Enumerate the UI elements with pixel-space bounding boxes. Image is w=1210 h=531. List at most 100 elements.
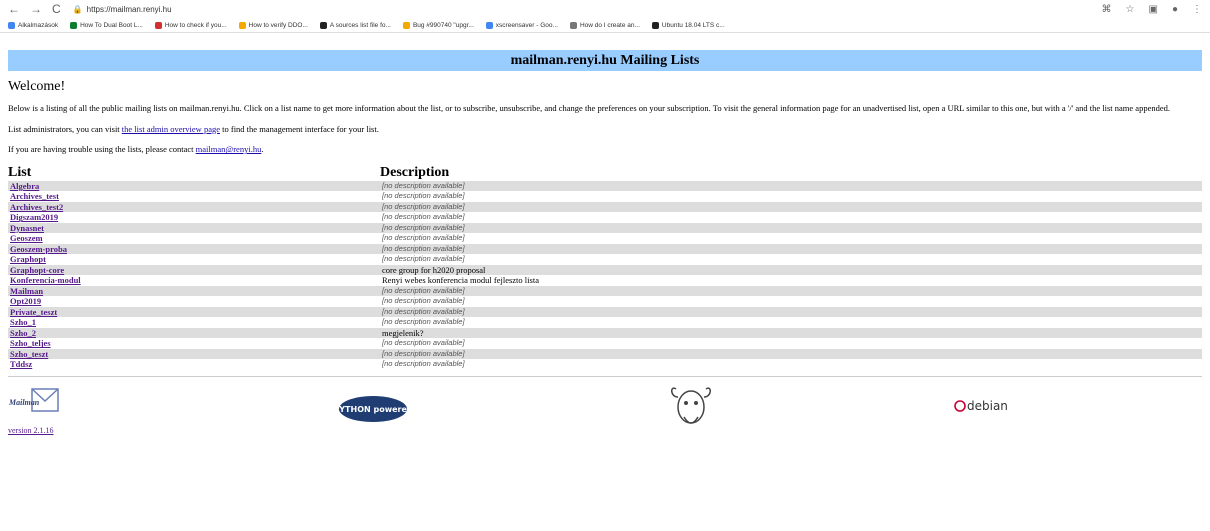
admin-suffix: to find the management interface for you… — [220, 123, 379, 134]
footer: Mailman version 2.1.16 PYTHON powered de… — [8, 375, 1202, 447]
bookmark-item[interactable]: A sources list file fo... — [319, 21, 391, 29]
list-name-link[interactable]: Geoszem-proba — [10, 244, 67, 254]
list-row: Graphopt [no description available] — [8, 254, 1202, 265]
bookmark-favicon-icon — [569, 21, 577, 29]
list-description-cell: megjelenik? — [380, 327, 1202, 339]
list-name-link[interactable]: Graphopt — [10, 254, 46, 264]
bookmark-favicon-icon — [402, 21, 410, 29]
menu-icon[interactable]: ⋮ — [1192, 4, 1202, 15]
account-icon[interactable]: ● — [1172, 4, 1178, 15]
address-bar[interactable]: 🔒 https://mailman.renyi.hu — [73, 5, 172, 14]
list-name-cell: Opt2019 — [8, 296, 380, 307]
bookmark-item[interactable]: How do I create an... — [569, 21, 640, 29]
debian-logo[interactable]: debian — [952, 395, 1012, 422]
bookmark-label: How do I create an... — [579, 21, 640, 29]
list-description-cell: Renyi webes konferencia modul fejleszto … — [382, 275, 539, 286]
list-name-link[interactable]: Opt2019 — [10, 296, 41, 306]
bookmark-favicon-icon — [651, 21, 659, 29]
list-description-cell: [no description available] — [382, 233, 465, 243]
nav-buttons: ← → C — [8, 2, 61, 16]
bookmark-item[interactable]: Alkalmazások — [8, 21, 58, 29]
version-link[interactable]: version 2.1.16 — [8, 426, 54, 435]
mailman-envelope-icon: Mailman — [8, 388, 59, 412]
list-description-cell: [no description available] — [382, 296, 465, 306]
list-name-cell: Geoszem — [8, 233, 380, 244]
list-name-cell: Geoszem-proba — [8, 243, 380, 255]
list-name-link[interactable]: Archives_test2 — [10, 202, 63, 212]
list-name-link[interactable]: Szho_2 — [10, 328, 36, 338]
admin-prefix: List administrators, you can visit — [8, 123, 122, 134]
list-name-link[interactable]: Algebra — [10, 181, 39, 191]
list-name-link[interactable]: Graphopt-core — [10, 265, 64, 275]
bookmark-label: How to verify DDO... — [248, 21, 308, 29]
bookmark-item[interactable]: How to check if you... — [154, 21, 227, 29]
mailman-logo[interactable]: Mailman version 2.1.16 — [8, 387, 60, 438]
list-name-cell: Szho_2 — [8, 327, 380, 339]
bookmark-label: xscreensaver - Goo... — [495, 21, 558, 29]
list-description-cell: [no description available] — [380, 285, 1202, 297]
list-row: Tddsz [no description available] — [8, 359, 1202, 370]
bookmark-item[interactable]: How to verify DDO... — [238, 21, 308, 29]
list-description-cell: [no description available] — [382, 338, 465, 348]
list-name-link[interactable]: Digszam2019 — [10, 212, 58, 222]
browser-toolbar: ← → C 🔒 https://mailman.renyi.hu ⌘ ☆ ▣ ●… — [0, 0, 1210, 18]
list-name-link[interactable]: Geoszem — [10, 233, 43, 243]
reload-icon[interactable]: C — [52, 2, 61, 16]
admin-overview-link[interactable]: the list admin overview page — [122, 124, 220, 134]
list-name-link[interactable]: Szho_teljes — [10, 338, 51, 348]
list-name-cell: Archives_test — [8, 191, 380, 202]
list-description-cell: [no description available] — [380, 306, 1202, 318]
gnu-head-logo[interactable] — [668, 383, 714, 436]
extension-icon[interactable]: ▣ — [1149, 4, 1158, 15]
bookmark-favicon-icon — [485, 21, 493, 29]
bookmarks-bar: Alkalmazások How To Dual Boot L... How to … — [0, 18, 1210, 33]
list-row: Archives_test2 [no description available] — [8, 201, 1202, 213]
bookmark-item[interactable]: xscreensaver - Goo... — [485, 21, 558, 29]
bookmark-label: Ubuntu 18.04 LTS c... — [661, 21, 725, 29]
list-row: Digszam2019 [no description available] — [8, 212, 1202, 223]
list-description-cell: [no description available] — [380, 201, 1202, 213]
list-name-cell: Szho_teszt — [8, 348, 380, 360]
contact-email-link[interactable]: mailman@renyi.hu — [196, 144, 262, 154]
lock-icon: 🔒 — [72, 4, 83, 14]
list-name-link[interactable]: Archives_test — [10, 191, 59, 201]
list-name-link[interactable]: Private_teszt — [10, 307, 57, 317]
list-name-link[interactable]: Dynasnet — [10, 223, 44, 233]
list-name-cell: Digszam2019 — [8, 212, 380, 223]
list-row: Private_teszt [no description available] — [8, 306, 1202, 318]
list-name-cell: Archives_test2 — [8, 201, 380, 213]
list-row: Archives_test [no description available] — [8, 191, 1202, 202]
star-icon[interactable]: ☆ — [1126, 4, 1135, 15]
python-powered-logo[interactable]: PYTHON powered — [333, 395, 413, 428]
bookmark-label: How To Dual Boot L... — [80, 21, 143, 29]
list-name-cell: Algebra — [8, 180, 380, 192]
list-name-link[interactable]: Konferencia-modul — [10, 275, 81, 285]
welcome-heading: Welcome! — [8, 79, 66, 94]
list-description-cell: [no description available] — [380, 180, 1202, 192]
svg-text:debian: debian — [967, 399, 1008, 413]
list-name-link[interactable]: Tddsz — [10, 359, 32, 369]
list-name-cell: Szho_teljes — [8, 338, 380, 349]
list-name-link[interactable]: Szho_1 — [10, 317, 36, 327]
svg-text:Mailman: Mailman — [8, 398, 40, 407]
url-text[interactable]: https://mailman.renyi.hu — [87, 5, 172, 14]
bookmark-item[interactable]: How To Dual Boot L... — [70, 21, 143, 29]
list-row: Geoszem [no description available] — [8, 233, 1202, 244]
intro-text: Below is a listing of all the public mai… — [8, 103, 1170, 113]
forward-icon[interactable]: → — [30, 2, 42, 16]
list-name-cell: Graphopt — [8, 254, 380, 265]
list-name-link[interactable]: Mailman — [10, 286, 43, 296]
list-row: Geoszem-proba [no description available] — [8, 243, 1202, 255]
list-name-link[interactable]: Szho_teszt — [10, 349, 48, 359]
list-row: Dynasnet [no description available] — [8, 222, 1202, 234]
bookmark-favicon-icon — [70, 21, 78, 29]
bookmark-favicon-icon — [154, 21, 162, 29]
list-column-header: List — [8, 164, 32, 180]
back-icon[interactable]: ← — [8, 2, 20, 16]
translate-icon[interactable]: ⌘ — [1102, 4, 1112, 15]
bookmark-item[interactable]: Ubuntu 18.04 LTS c... — [651, 21, 725, 29]
list-row: Szho_teszt [no description available] — [8, 348, 1202, 360]
bookmark-item[interactable]: Bug #990740 "upgr... — [402, 21, 474, 29]
bookmark-favicon-icon — [238, 21, 246, 29]
list-name-cell: Mailman — [8, 285, 380, 297]
